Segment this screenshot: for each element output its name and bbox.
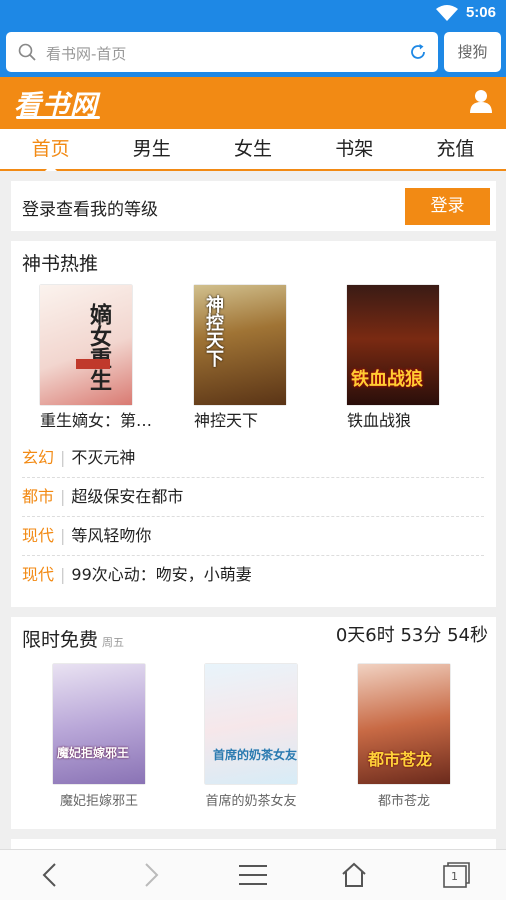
book-title[interactable]: 魔妃拒嫁邪王	[33, 790, 165, 809]
browser-bottom-bar: 1	[0, 849, 506, 900]
divider: |	[60, 487, 66, 506]
section-title: 神书热推	[22, 253, 99, 275]
wifi-icon	[436, 5, 458, 25]
weekday-label: 周五	[102, 636, 125, 649]
book-card[interactable]: 都市苍龙 都市苍龙	[358, 664, 450, 809]
search-icon	[18, 43, 36, 65]
cover-title: 铁血战狼	[351, 369, 423, 390]
main-nav-tabs: 首页 男生 女生 书架 充值	[0, 129, 506, 171]
book-title[interactable]: 神控天下	[194, 407, 324, 431]
book-card[interactable]: 铁血战狼 铁血战狼	[347, 285, 439, 430]
list-item[interactable]: 玄幻 | 不灭元神	[22, 439, 484, 478]
logo-underline	[16, 116, 100, 119]
back-icon[interactable]	[40, 862, 60, 892]
book-card[interactable]: 魔妃拒嫁邪王 魔妃拒嫁邪王	[53, 664, 145, 809]
tab-home[interactable]: 首页	[0, 129, 101, 171]
genre-label[interactable]: 现代	[22, 565, 54, 584]
status-bar: 5:06	[0, 0, 506, 27]
book-cover[interactable]: 都市苍龙	[358, 664, 450, 784]
address-bar[interactable]: 看书网-首页	[6, 32, 438, 72]
cover-decoration	[76, 359, 110, 369]
genre-label[interactable]: 玄幻	[22, 448, 54, 467]
section-title: 限时免费 周五	[22, 625, 124, 652]
list-item[interactable]: 都市 | 超级保安在都市	[22, 478, 484, 517]
address-text: 看书网-首页	[46, 45, 127, 63]
tab-recharge[interactable]: 充值	[405, 129, 506, 169]
book-title[interactable]: 铁血战狼	[347, 407, 477, 431]
genre-label[interactable]: 现代	[22, 526, 54, 545]
forward-icon[interactable]	[141, 862, 161, 892]
list-item[interactable]: 现代 | 99次心动：吻安，小萌妻	[22, 556, 484, 595]
book-title[interactable]: 都市苍龙	[338, 790, 470, 809]
book-title[interactable]: 超级保安在都市	[71, 487, 183, 506]
section-title-text: 限时免费	[22, 629, 99, 651]
cover-title: 魔妃拒嫁邪王	[57, 746, 130, 760]
book-title[interactable]: 等风轻吻你	[71, 526, 151, 545]
cover-title: 嫡女重生	[86, 303, 111, 391]
book-card[interactable]: 神控天下 神控天下	[194, 285, 286, 430]
book-title[interactable]: 不灭元神	[71, 448, 135, 467]
hot-books-section: 神书热推 嫡女重生 重生嫡女：第… 神控天下 神控天下 铁血战狼 铁血战狼 玄幻…	[11, 241, 496, 607]
book-cover[interactable]: 嫡女重生	[40, 285, 132, 405]
login-button[interactable]: 登录	[405, 188, 490, 225]
tab-female[interactable]: 女生	[202, 129, 303, 169]
book-cover[interactable]: 铁血战狼	[347, 285, 439, 405]
cover-title: 首席的奶茶女友	[213, 748, 297, 762]
book-title[interactable]: 首席的奶茶女友	[185, 790, 317, 809]
book-cover[interactable]: 魔妃拒嫁邪王	[53, 664, 145, 784]
genre-label[interactable]: 都市	[22, 487, 54, 506]
tab-count: 1	[451, 870, 458, 883]
refresh-icon[interactable]	[408, 42, 428, 66]
tab-male[interactable]: 男生	[101, 129, 202, 169]
book-title[interactable]: 重生嫡女：第…	[40, 407, 170, 431]
divider: |	[60, 565, 66, 584]
cover-title: 都市苍龙	[368, 750, 433, 769]
home-icon[interactable]	[341, 862, 367, 892]
book-card[interactable]: 嫡女重生 重生嫡女：第…	[40, 285, 152, 430]
status-time: 5:06	[465, 4, 496, 21]
divider: |	[60, 448, 66, 467]
free-books-section: 限时免费 周五 0天6时 53分 54秒 魔妃拒嫁邪王 魔妃拒嫁邪王 首席的奶茶女…	[11, 617, 496, 829]
tab-bookshelf[interactable]: 书架	[304, 129, 405, 169]
site-header: 看书网	[0, 77, 506, 129]
cover-title: 神控天下	[203, 295, 224, 367]
sogou-search-button[interactable]: 搜狗	[444, 32, 501, 72]
divider: |	[60, 526, 66, 545]
tabs-icon[interactable]: 1	[442, 862, 470, 892]
list-item[interactable]: 现代 | 等风轻吻你	[22, 517, 484, 556]
login-card: 登录查看我的等级 登录	[11, 181, 496, 231]
book-title[interactable]: 99次心动：吻安，小萌妻	[71, 565, 251, 584]
book-card[interactable]: 首席的奶茶女友 首席的奶茶女友	[205, 664, 297, 809]
user-icon[interactable]	[470, 89, 492, 117]
browser-toolbar: 看书网-首页 搜狗	[0, 27, 506, 77]
book-cover[interactable]: 神控天下	[194, 285, 286, 405]
countdown-timer: 0天6时 53分 54秒	[335, 625, 488, 646]
menu-icon[interactable]	[239, 864, 267, 890]
login-prompt: 登录查看我的等级	[22, 200, 158, 220]
site-logo[interactable]: 看书网	[14, 83, 100, 121]
book-cover[interactable]: 首席的奶茶女友	[205, 664, 297, 784]
